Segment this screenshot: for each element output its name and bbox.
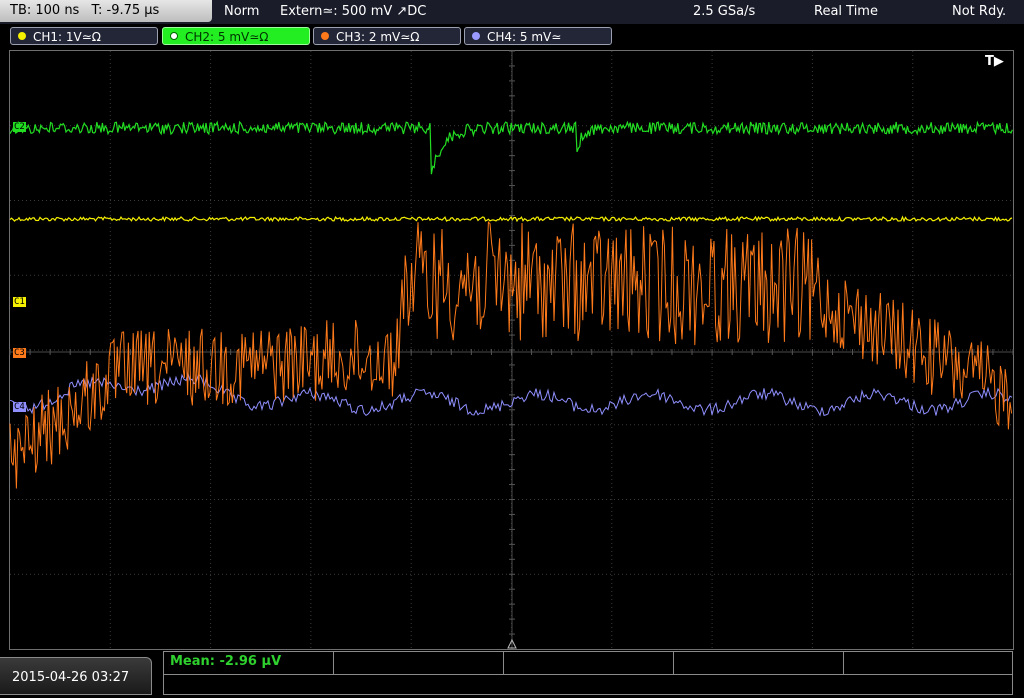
ch1-offset-marker[interactable]: C1 — [13, 297, 26, 307]
tab-ch4-label: CH4: 5 mV≃ — [487, 30, 562, 44]
mean-measurement: Mean: -2.96 µV — [170, 654, 282, 669]
measurement-panel[interactable]: Mean: -2.96 µV — [163, 651, 1013, 695]
ch2-dot-icon — [170, 32, 178, 40]
channel-tabs: CH1: 1V≃Ω CH2: 5 mV≃Ω CH3: 2 mV≃Ω CH4: 5… — [0, 25, 1024, 47]
trigger-position-marker: T▶ — [985, 54, 1004, 69]
status-bar: TB: 100 ns T: -9.75 µs Norm Extern≃: 500… — [0, 0, 1024, 24]
trigger-time-label: T: -9.75 µs — [91, 3, 160, 18]
tab-ch3[interactable]: CH3: 2 mV≃Ω — [313, 27, 461, 45]
ch1-dot-icon — [18, 32, 26, 40]
acquisition-mode-label[interactable]: Real Time — [814, 0, 878, 24]
waveform-display[interactable] — [9, 50, 1014, 650]
bottom-bar: 2015-04-26 03:27 Mean: -2.96 µV — [0, 651, 1024, 695]
sample-rate-label: 2.5 GSa/s — [693, 4, 756, 19]
tab-ch3-label: CH3: 2 mV≃Ω — [336, 30, 420, 44]
measurement-cell — [674, 652, 844, 674]
tab-ch2-label: CH2: 5 mV≃Ω — [185, 30, 269, 44]
trigger-mode-label[interactable]: Norm — [224, 0, 259, 24]
measurement-cell — [334, 652, 504, 674]
trigger-source-label[interactable]: Extern≃: 500 mV ↗DC — [280, 0, 426, 24]
ch4-offset-marker[interactable]: C4 — [13, 402, 26, 412]
ch3-dot-icon — [321, 32, 329, 40]
tab-ch1-label: CH1: 1V≃Ω — [33, 30, 101, 44]
timebase-box[interactable]: TB: 100 ns T: -9.75 µs — [0, 0, 212, 22]
tab-ch4[interactable]: CH4: 5 mV≃ — [464, 27, 612, 45]
ch4-dot-icon — [472, 32, 480, 40]
date-time: 2015-04-26 03:27 — [0, 657, 152, 695]
measurement-divider — [164, 674, 1012, 675]
tab-ch1[interactable]: CH1: 1V≃Ω — [10, 27, 158, 45]
timebase-label: TB: 100 ns — [10, 3, 80, 18]
ch3-offset-marker[interactable]: C3 — [13, 348, 26, 358]
measurement-cell — [504, 652, 674, 674]
ch2-offset-marker[interactable]: C2 — [13, 122, 26, 132]
acquisition-status-label: Not Rdy. — [952, 4, 1007, 19]
tab-ch2[interactable]: CH2: 5 mV≃Ω — [162, 27, 310, 45]
